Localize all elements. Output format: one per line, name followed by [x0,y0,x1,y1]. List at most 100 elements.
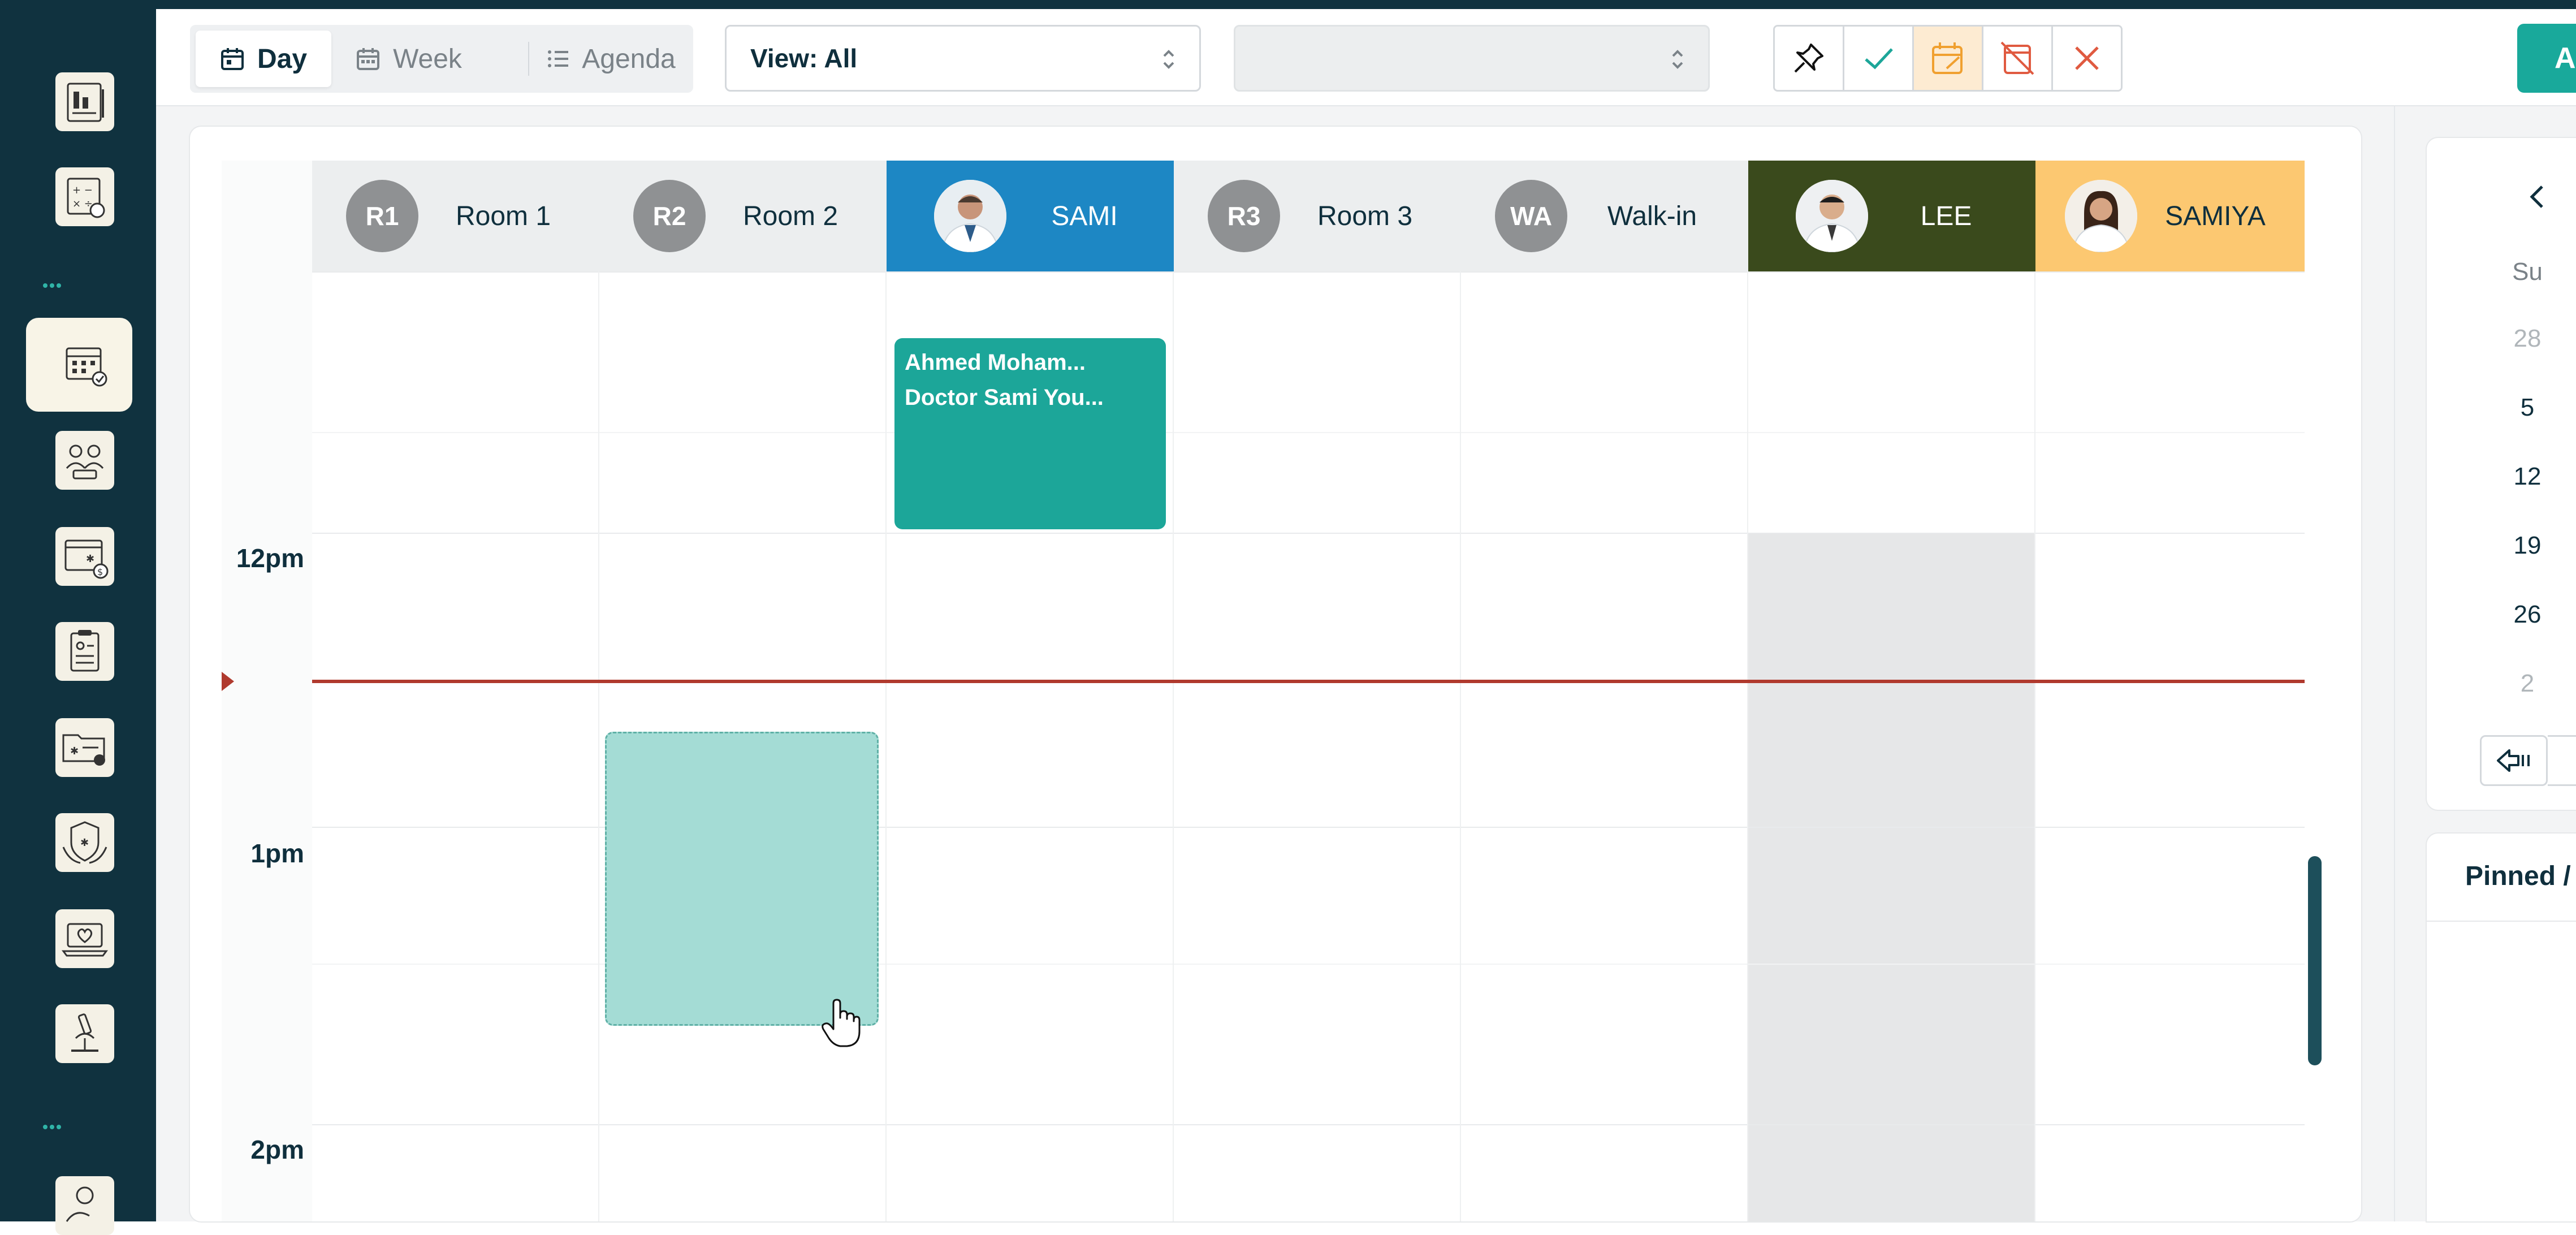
svg-text:+ −: + − [72,184,93,196]
avatar: R2 [633,180,706,252]
current-time-marker [222,672,234,691]
doctor-photo [1796,180,1868,252]
view-switcher: Day Week Agenda [190,25,693,93]
svg-text:× ÷: × ÷ [72,198,93,210]
view-select[interactable]: View: All [725,25,1201,92]
reports-icon[interactable] [55,72,114,131]
close-icon [2075,46,2099,70]
column-name: Room 1 [455,201,551,231]
column-line [1173,271,1174,1221]
avatar: R3 [1208,180,1280,252]
column-header-sami[interactable]: SAMI [887,161,1174,271]
secondary-select[interactable] [1234,25,1710,92]
appointment-event[interactable]: Ahmed Moham... Doctor Sami You... [894,338,1166,529]
column-name: Room 3 [1317,201,1413,231]
insurance-icon[interactable]: ✱ [55,813,114,872]
check-icon [1865,48,1893,70]
column-line [598,271,599,1221]
toolbar: Day Week Agenda View: All A [156,9,2576,106]
pinned-title: Pinned / [2465,861,2571,891]
lab-microscope-icon[interactable] [55,1004,114,1063]
column-name: Room 2 [742,201,839,231]
mini-day[interactable]: 5 [2499,394,2556,422]
column-name: LEE [1920,201,1972,231]
new-slot-selection[interactable] [605,732,879,1026]
mini-day[interactable]: 26 [2499,601,2556,629]
go-to-today-button[interactable] [2480,735,2548,786]
unavailable-block [1747,534,2034,1221]
appointment-patient: Ahmed Moham... [905,350,1086,375]
column-line [885,271,887,1221]
doctor-photo [2065,180,2137,252]
grid-line [312,271,2305,273]
pin-icon [1794,44,1823,73]
column-line [1460,271,1461,1221]
pin-button[interactable] [1775,27,1844,90]
confirm-button[interactable] [1844,27,1914,90]
top-accent-strip [156,0,2576,9]
no-show-button[interactable] [1983,27,2053,90]
time-label-2pm: 2pm [250,1135,304,1164]
patients-icon[interactable] [55,431,114,490]
avatar: R1 [346,180,418,252]
cancel-button[interactable] [2053,27,2121,90]
column-header-room-2[interactable]: R2 Room 2 [599,161,887,271]
time-gutter [222,161,312,1221]
day-calendar: R1 Room 1 R2 Room 2 SAMI R3 Room 3 WA Wa… [222,161,2322,1221]
calendar-day-icon [221,48,244,70]
column-header-room-3[interactable]: R3 Room 3 [1174,161,1461,271]
app-sidebar: + − × ÷ ✱ $ ✱ ✱ [0,0,156,1235]
time-label-12pm: 12pm [236,543,304,573]
hand-cursor-icon [822,999,861,1047]
tab-day-label: Day [257,44,308,74]
billing-icon[interactable]: ✱ $ [55,527,114,586]
add-appointment-button[interactable]: A [2517,24,2576,93]
column-header-lee[interactable]: LEE [1748,161,2035,271]
calendar-week-icon [357,48,380,70]
svg-text:✱: ✱ [70,745,79,757]
calculator-icon[interactable]: + − × ÷ [55,167,114,226]
appointment-doctor: Doctor Sami You... [905,385,1104,410]
tab-agenda[interactable]: Agenda [535,31,688,87]
tab-week-label: Week [393,44,462,74]
pinned-panel: Pinned / [2427,834,2576,1221]
column-header-room-1[interactable]: R1 Room 1 [312,161,599,271]
sidebar-more-dots-2 [43,1122,66,1129]
column-name: SAMI [1051,201,1118,231]
tab-agenda-label: Agenda [582,44,676,74]
mini-calendar-secondary-button[interactable] [2548,735,2576,786]
weekday-header: Su [2512,258,2543,286]
medical-folder-icon[interactable]: ✱ [55,718,114,777]
back-arrow-icon [2497,749,2530,772]
chevron-left-icon[interactable] [2527,183,2548,210]
mini-day[interactable]: 2 [2499,670,2556,698]
column-header-samiya[interactable]: SAMIYA [2035,161,2305,271]
grid-line [312,533,2305,534]
calendar-scrollbar[interactable] [2308,856,2322,1065]
mini-day[interactable]: 19 [2499,532,2556,560]
doctor-photo [934,180,1006,252]
action-buttons [1773,25,2123,92]
dental-care-icon[interactable] [55,1176,114,1235]
tab-day[interactable]: Day [196,31,331,87]
avatar: WA [1495,180,1567,252]
select-arrows-icon [1672,50,1683,69]
column-line [1747,271,1748,1221]
view-select-value: View: All [750,44,858,73]
divider [2427,921,2576,922]
column-name: SAMIYA [2165,201,2266,231]
grid-line [312,1124,2305,1125]
list-icon [548,50,569,67]
mini-day[interactable]: 28 [2499,325,2556,353]
mini-day[interactable]: 12 [2499,463,2556,491]
tab-divider [528,42,529,76]
column-header-walk-in[interactable]: WA Walk-in [1461,161,1748,271]
telehealth-icon[interactable] [55,909,114,968]
svg-text:✱: ✱ [80,837,89,849]
sidebar-more-dots [43,280,66,288]
calendar-icon[interactable] [55,335,114,394]
column-line [2034,271,2035,1221]
clipboard-icon[interactable] [55,622,114,681]
reschedule-button[interactable] [1914,27,1983,90]
tab-week[interactable]: Week [338,31,479,87]
